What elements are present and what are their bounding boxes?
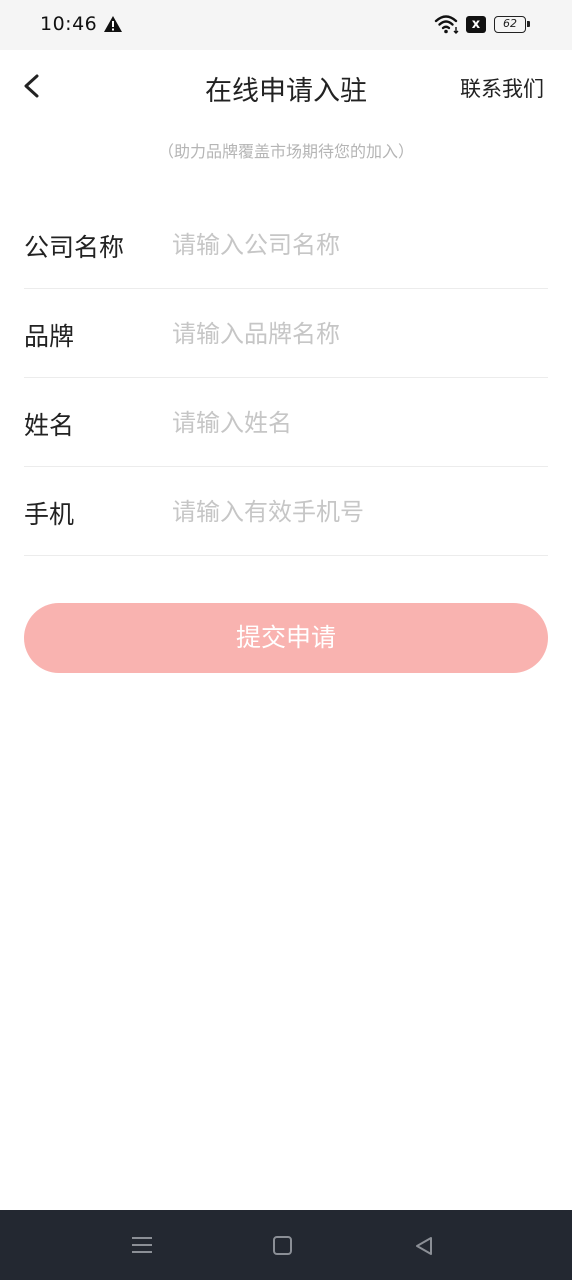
form-row-name: 姓名 [24,378,548,467]
form-row-phone: 手机 [24,467,548,556]
application-form: 公司名称 品牌 姓名 手机 [24,200,548,556]
menu-icon[interactable] [131,1235,153,1255]
home-icon[interactable] [273,1236,292,1255]
brand-input[interactable] [172,311,542,357]
form-row-brand: 品牌 [24,289,548,378]
sim-icon: x [466,16,486,33]
name-input[interactable] [172,400,542,446]
wifi-icon [434,15,459,34]
back-triangle-icon[interactable] [413,1235,435,1257]
company-name-label: 公司名称 [24,233,125,262]
form-row-company: 公司名称 [24,200,548,289]
submit-application-button[interactable]: 提交申请 [24,603,548,673]
battery-icon: 62 [494,16,530,33]
name-label: 姓名 [24,411,75,440]
warning-icon [104,16,122,32]
brand-label: 品牌 [24,322,75,351]
phone-input[interactable] [172,489,542,535]
phone-label: 手机 [24,500,75,529]
status-bar: 10:46 x 62 [0,0,572,50]
contact-us-link[interactable]: 联系我们 [460,73,544,103]
subtitle: （助力品牌覆盖市场期待您的加入） [157,142,414,161]
status-time: 10:46 [40,13,98,35]
company-name-input[interactable] [172,222,542,268]
header: 在线申请入驻 联系我们 [0,50,572,126]
system-navigation-bar [0,1210,572,1280]
